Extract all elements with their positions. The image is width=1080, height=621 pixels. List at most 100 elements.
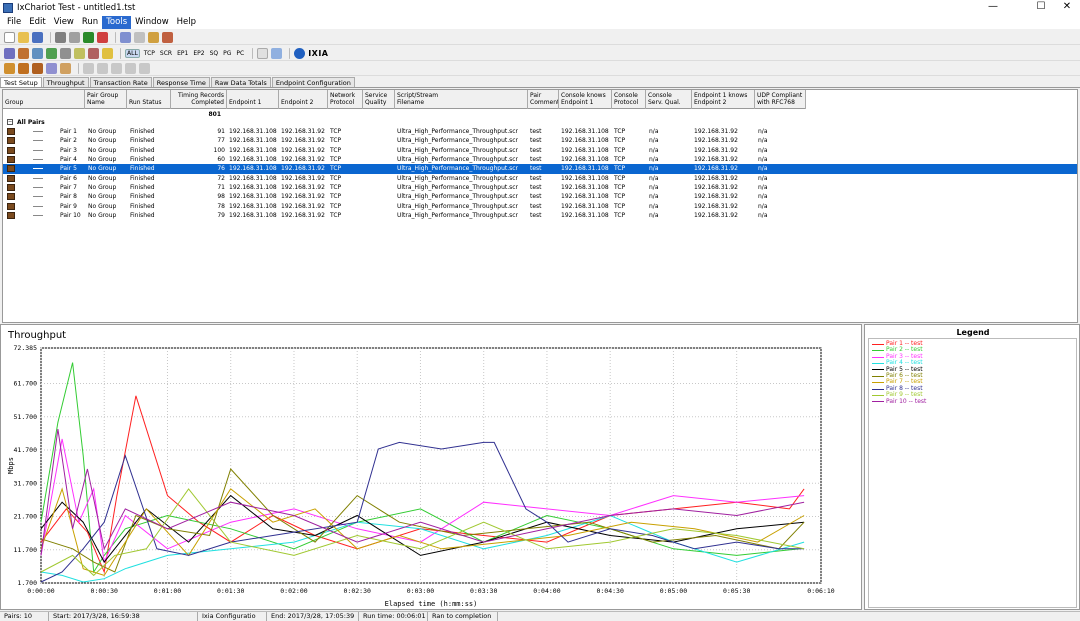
menu-help[interactable]: Help bbox=[173, 16, 200, 29]
col-run-status[interactable]: Run Status bbox=[127, 90, 171, 109]
cell-comment: test bbox=[530, 128, 542, 135]
add-multicast-icon[interactable] bbox=[18, 47, 29, 59]
add-pair-icon[interactable] bbox=[4, 47, 15, 59]
collapse-toggle-icon[interactable]: − bbox=[7, 119, 13, 125]
table-row[interactable]: Pair 7 No Group Finished 71 192.168.31.108 19… bbox=[3, 183, 1077, 192]
hardware-pair-icon[interactable] bbox=[32, 47, 43, 59]
pair-group-icon[interactable] bbox=[18, 62, 29, 74]
pair-icon[interactable] bbox=[4, 62, 15, 74]
view-ep1-button[interactable]: EP1 bbox=[176, 50, 189, 57]
col-udp-compliant[interactable]: UDP Compliant with RFC768 bbox=[755, 90, 806, 109]
cell-script: Ultra_High_Performance_Throughput.scr bbox=[397, 165, 519, 173]
col-console-protocol[interactable]: Console Protocol bbox=[612, 90, 646, 109]
cell-ep2: 192.168.31.92 bbox=[281, 193, 325, 201]
menu-run[interactable]: Run bbox=[78, 16, 102, 29]
tree-line bbox=[33, 149, 43, 151]
col-ep1-knows-ep2[interactable]: Endpoint 1 knows Endpoint 2 bbox=[692, 90, 755, 109]
table-row[interactable]: Pair 1 No Group Finished 91 192.168.31.108 19… bbox=[3, 127, 1077, 136]
multicast-icon[interactable] bbox=[46, 62, 57, 74]
paste-icon[interactable] bbox=[148, 31, 159, 43]
help-info-icon[interactable] bbox=[294, 47, 306, 59]
menu-window[interactable]: Window bbox=[131, 16, 173, 29]
info-icon[interactable] bbox=[102, 47, 113, 59]
table-row[interactable]: Pair 8 No Group Finished 98 192.168.31.108 19… bbox=[3, 192, 1077, 201]
view-ep2-button[interactable]: EP2 bbox=[192, 50, 205, 57]
cell-csq: n/a bbox=[649, 193, 659, 201]
col-script-filename[interactable]: Script/Stream Filename bbox=[395, 90, 528, 109]
edit-script-icon[interactable] bbox=[88, 47, 99, 59]
table-row[interactable]: Pair 2 No Group Finished 77 192.168.31.108 19… bbox=[3, 136, 1077, 145]
col-service-quality[interactable]: Service Quality bbox=[363, 90, 395, 109]
col-pair-group-name[interactable]: Pair Group Name bbox=[85, 90, 127, 109]
tab-raw-data-totals[interactable]: Raw Data Totals bbox=[210, 77, 271, 87]
video-pair-icon[interactable] bbox=[60, 47, 71, 59]
stop-icon[interactable] bbox=[97, 31, 108, 43]
tab-response-time[interactable]: Response Time bbox=[152, 77, 210, 87]
cell-script: Ultra_High_Performance_Throughput.scr bbox=[397, 128, 519, 135]
menu-view[interactable]: View bbox=[50, 16, 78, 29]
menu-tools[interactable]: Tools bbox=[102, 15, 132, 29]
table-row[interactable]: Pair 10 No Group Finished 79 192.168.31.108 1… bbox=[3, 211, 1077, 220]
col-group[interactable]: Group bbox=[3, 90, 85, 109]
properties-icon[interactable] bbox=[69, 31, 80, 43]
ungroup-icon[interactable] bbox=[32, 62, 43, 74]
view-sq-button[interactable]: SQ bbox=[209, 50, 220, 57]
app-group-icon[interactable] bbox=[74, 47, 85, 59]
all-pairs-row[interactable]: − All Pairs bbox=[3, 118, 1077, 127]
delete-icon[interactable] bbox=[162, 31, 173, 43]
tab-test-setup[interactable]: Test Setup bbox=[0, 77, 42, 87]
edit-pair-icon[interactable] bbox=[120, 31, 131, 43]
view-pg-button[interactable]: PG bbox=[222, 50, 232, 57]
ixia-logo: IXIA bbox=[308, 48, 329, 58]
cell-cke1: 192.168.31.108 bbox=[561, 165, 609, 173]
new-file-icon[interactable] bbox=[4, 31, 15, 43]
table-row[interactable]: Pair 9 No Group Finished 78 192.168.31.108 19… bbox=[3, 202, 1077, 211]
cell-script: Ultra_High_Performance_Throughput.scr bbox=[397, 193, 519, 201]
view-scr-button[interactable]: SCR bbox=[159, 50, 173, 57]
cell-ep2: 192.168.31.92 bbox=[281, 146, 325, 154]
throughput-chart: 72.385 61.700 51.700 41.700 31.700 21.700 11.7… bbox=[7, 344, 835, 608]
save-icon[interactable] bbox=[32, 31, 43, 43]
run-icon[interactable] bbox=[83, 31, 94, 43]
col-console-knows-ep1[interactable]: Console knows Endpoint 1 bbox=[559, 90, 612, 109]
col-console-serv-qual[interactable]: Console Serv. Qual. bbox=[646, 90, 692, 109]
copy-icon[interactable] bbox=[134, 31, 145, 43]
voip-pair-icon[interactable] bbox=[46, 47, 57, 59]
cell-comment: test bbox=[530, 184, 542, 192]
test-setup-grid[interactable]: Group Pair Group Name Run Status Timing R… bbox=[2, 89, 1078, 323]
export-icon[interactable] bbox=[271, 47, 283, 59]
y-tick-label: 41.700 bbox=[14, 446, 38, 454]
view-all-button[interactable]: ALL bbox=[125, 48, 140, 58]
col-pair-comment[interactable]: Pair Comment bbox=[528, 90, 559, 109]
table-row[interactable]: Pair 3 No Group Finished 100 192.168.31.108 1… bbox=[3, 146, 1077, 155]
group-edit-icon[interactable] bbox=[60, 62, 71, 74]
table-row[interactable]: Pair 6 No Group Finished 72 192.168.31.108 19… bbox=[3, 174, 1077, 183]
minimize-button[interactable]: — bbox=[978, 0, 1008, 15]
refresh-icon[interactable] bbox=[257, 47, 269, 59]
table-row[interactable]: Pair 5 No Group Finished 76 192.168.31.108 19… bbox=[3, 164, 1077, 174]
open-folder-icon[interactable] bbox=[18, 31, 29, 43]
cell-ep2: 192.168.31.92 bbox=[281, 174, 325, 182]
tree-line bbox=[33, 159, 43, 161]
cell-cke1: 192.168.31.108 bbox=[561, 212, 609, 220]
status-start: Start: 2017/3/28, 16:59:38 bbox=[49, 612, 198, 621]
view-pc-button[interactable]: PC bbox=[235, 50, 245, 57]
col-timing-records[interactable]: Timing Records Completed bbox=[171, 90, 227, 109]
cell-ep2: 192.168.31.92 bbox=[281, 212, 325, 220]
menu-file[interactable]: File bbox=[3, 16, 25, 29]
col-endpoint-2[interactable]: Endpoint 2 bbox=[279, 90, 328, 109]
legend-entry[interactable]: Pair 10 -- test bbox=[872, 398, 926, 406]
tab-throughput[interactable]: Throughput bbox=[42, 77, 89, 87]
tab-endpoint-configuration[interactable]: Endpoint Configuration bbox=[271, 77, 355, 87]
toolbar-separator bbox=[120, 47, 121, 59]
table-row[interactable]: Pair 4 No Group Finished 60 192.168.31.108 19… bbox=[3, 155, 1077, 164]
view-tcp-button[interactable]: TCP bbox=[143, 50, 156, 57]
cell-records: 78 bbox=[217, 202, 225, 210]
col-endpoint-1[interactable]: Endpoint 1 bbox=[227, 90, 279, 109]
col-network-protocol[interactable]: Network Protocol bbox=[328, 90, 363, 109]
cell-udp: n/a bbox=[758, 156, 768, 164]
print-icon[interactable] bbox=[55, 31, 66, 43]
menu-edit[interactable]: Edit bbox=[25, 16, 49, 29]
close-button[interactable]: ✕ bbox=[1052, 0, 1080, 15]
tab-transaction-rate[interactable]: Transaction Rate bbox=[89, 77, 152, 87]
